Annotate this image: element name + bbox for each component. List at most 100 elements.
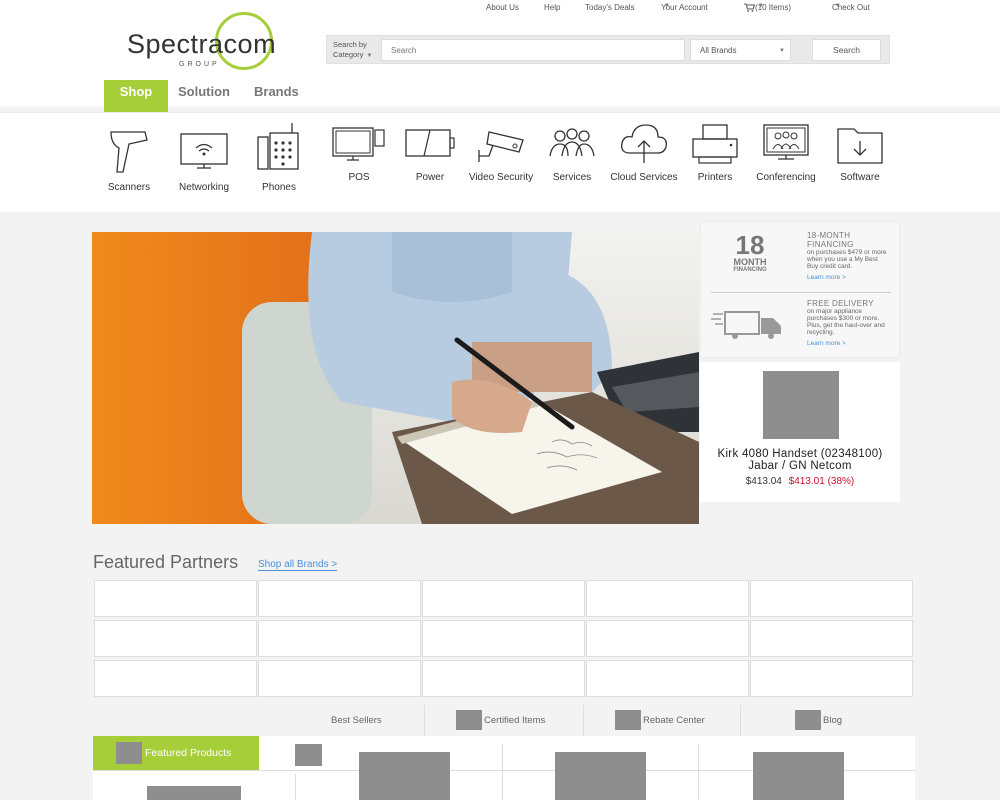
site-header: Spectracom GROUP About Us Help Today's D… [0, 0, 1000, 112]
product-image-placeholder[interactable] [555, 752, 646, 800]
deal-card[interactable]: Kirk 4080 Handset (02348100) Jabar / GN … [700, 362, 900, 502]
hero-banner[interactable] [92, 232, 699, 524]
deal-name-line2: Jabar / GN Netcom [748, 460, 852, 472]
category-pos[interactable]: POS [319, 126, 399, 183]
category-printers[interactable]: Printers [675, 123, 755, 183]
tab-featured-products[interactable]: Featured Products [93, 736, 259, 770]
camera-icon [478, 131, 524, 162]
tab-best-sellers[interactable]: Best Sellers [331, 705, 382, 737]
financing-title: 18-MONTH FINANCING [807, 231, 854, 249]
partner-cell[interactable] [94, 580, 257, 617]
top-links: About Us Help Today's Deals Your Account… [0, 3, 1000, 15]
featured-partners-title: Featured Partners [93, 552, 239, 572]
tab-label: Rebate Center [643, 715, 705, 726]
tab-image-placeholder [116, 742, 142, 764]
partner-cell[interactable] [422, 620, 585, 657]
search-button[interactable]: Search [812, 39, 881, 61]
product-image-placeholder[interactable] [295, 744, 322, 766]
tab-label: Certified Items [484, 715, 546, 726]
financing-promo: 18-MONTH FINANCING on purchases $479 or … [807, 231, 889, 281]
deal-price: $413.04 $413.01 (38%) [700, 476, 900, 487]
tab-solution[interactable]: Solution [178, 80, 230, 112]
shop-all-brands-link[interactable]: Shop all Brands > [258, 559, 338, 571]
financing-number: 18 [735, 230, 765, 260]
partner-cell[interactable] [586, 580, 749, 617]
financing-learn-more-link[interactable]: Learn more > [807, 274, 889, 281]
tab-divider [740, 705, 741, 737]
partner-cell[interactable] [422, 660, 585, 697]
chevron-down-icon: ▼ [366, 53, 373, 59]
tab-image-placeholder [615, 710, 641, 731]
promo-divider [711, 292, 891, 293]
divider [502, 744, 503, 800]
partner-cell[interactable] [258, 580, 421, 617]
phone-icon [257, 123, 299, 170]
category-power[interactable]: Power [390, 126, 470, 183]
cart-link[interactable]: (10 Items) ▼ [744, 3, 791, 13]
search-bar: Search by Category▼ All Brands ▼ Search [326, 35, 890, 64]
product-image-placeholder[interactable] [753, 752, 844, 800]
partner-cell[interactable] [750, 660, 913, 697]
partner-cell[interactable] [422, 580, 585, 617]
search-input[interactable] [381, 39, 685, 61]
cloud-icon [621, 124, 667, 163]
networking-icon [180, 133, 228, 169]
category-label: Power [415, 172, 445, 183]
tab-brands[interactable]: Brands [254, 80, 299, 112]
power-icon [405, 129, 455, 157]
delivery-promo: FREE DELIVERY on major appliance purchas… [807, 299, 889, 347]
partner-cell[interactable] [258, 620, 421, 657]
financing-small: FINANCING [733, 267, 767, 273]
category-conferencing[interactable]: Conferencing [746, 123, 826, 183]
deal-product-name[interactable]: Kirk 4080 Handset (02348100) Jabar / GN … [700, 448, 900, 472]
partner-cell[interactable] [94, 660, 257, 697]
category-services[interactable]: Services [532, 126, 612, 183]
logo-text: Spectracom [127, 29, 277, 59]
search-category-select[interactable]: Search by Category ▼ [333, 40, 372, 61]
product-image-placeholder[interactable] [359, 752, 450, 800]
help-link[interactable]: Help [544, 3, 560, 12]
hero-photo [92, 232, 699, 524]
category-label: POS [348, 172, 370, 183]
category-phones[interactable]: Phones [239, 121, 319, 193]
category-label: Printers [697, 172, 733, 183]
delivery-title: FREE DELIVERY [807, 299, 874, 308]
conference-icon [763, 124, 809, 160]
partner-cell[interactable] [586, 660, 749, 697]
category-software[interactable]: Software [820, 125, 900, 183]
delivery-learn-more-link[interactable]: Learn more > [807, 340, 889, 347]
category-cloud-services[interactable]: Cloud Services [604, 121, 684, 183]
scanner-icon [110, 131, 148, 173]
tab-certified-items[interactable]: Certified Items [456, 705, 545, 737]
partner-cell[interactable] [258, 660, 421, 697]
tab-rebate-center[interactable]: Rebate Center [615, 705, 705, 737]
financing-unit: MONTH [733, 257, 767, 267]
tab-blog[interactable]: Blog [795, 705, 842, 737]
category-video-security[interactable]: Video Security [461, 126, 541, 183]
spectracom-logo[interactable]: Spectracom GROUP [127, 12, 277, 72]
promo-panel: 18 MONTH FINANCING 18-MONTH FINANCING on… [700, 221, 900, 358]
tab-shop[interactable]: Shop [104, 80, 168, 112]
deals-link[interactable]: Today's Deals [585, 3, 635, 12]
chevron-down-icon: ▼ [835, 3, 841, 9]
chevron-down-icon: ▼ [664, 3, 670, 9]
deal-name-line1: Kirk 4080 Handset (02348100) [717, 448, 883, 460]
partner-cell[interactable] [750, 620, 913, 657]
category-label: Video Security [468, 172, 534, 183]
category-scanners[interactable]: Scanners [89, 128, 169, 193]
category-label: Phones [262, 182, 296, 193]
sale-price: $413.01 (38%) [788, 476, 855, 487]
about-link[interactable]: About Us [486, 3, 519, 12]
product-image-placeholder[interactable] [763, 371, 839, 439]
people-icon [549, 128, 595, 157]
partner-cell[interactable] [750, 580, 913, 617]
partner-cell[interactable] [586, 620, 749, 657]
product-image-placeholder[interactable] [147, 786, 241, 800]
printer-icon [692, 124, 738, 164]
logo-subtext: GROUP [179, 61, 220, 68]
divider [698, 744, 699, 800]
tab-label: Featured Products [145, 747, 232, 759]
category-networking[interactable]: Networking [164, 128, 244, 193]
partner-cell[interactable] [94, 620, 257, 657]
brand-select[interactable]: All Brands ▼ [690, 39, 791, 61]
